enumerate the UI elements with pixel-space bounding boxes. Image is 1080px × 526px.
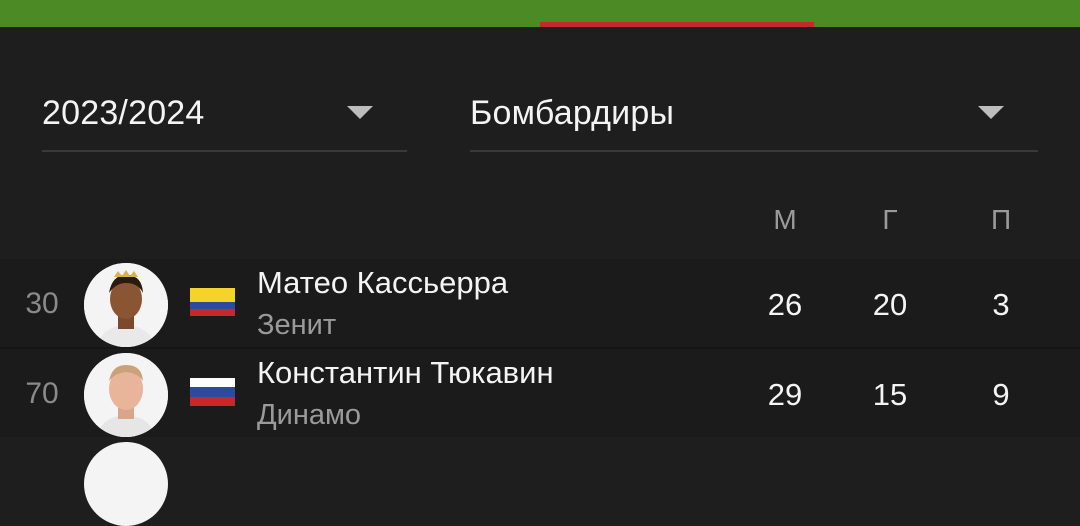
column-header-assists: П [990, 204, 1012, 235]
chevron-down-icon [978, 106, 1004, 119]
player-avatar [84, 442, 168, 526]
flag-colombia-icon [190, 288, 235, 316]
player-avatar [84, 353, 168, 437]
player-goals: 15 [872, 377, 908, 412]
player-name: Константин Тюкавин [257, 355, 554, 390]
player-number: 70 [25, 377, 59, 410]
player-row[interactable]: 30 Матео Кассьерра Зенит 26 20 3 [0, 259, 1080, 347]
flag-russia-icon [190, 378, 235, 406]
player-team: Зенит [257, 309, 337, 341]
column-header-goals: Г [882, 204, 898, 235]
player-team: Динамо [257, 399, 362, 431]
player-assists: 9 [992, 377, 1010, 412]
player-avatar [84, 263, 168, 347]
active-tab-indicator [540, 22, 814, 27]
season-dropdown[interactable]: 2023/2024 [42, 88, 407, 152]
stat-type-dropdown-value: Бомбардиры [470, 94, 675, 132]
player-matches: 26 [767, 287, 803, 322]
player-row[interactable]: 70 Константин Тюкавин Динамо 29 15 9 [0, 349, 1080, 437]
chevron-down-icon [347, 106, 373, 119]
column-header-matches: М [773, 204, 797, 235]
player-name: Матео Кассьерра [257, 265, 509, 300]
player-number: 30 [25, 287, 59, 320]
player-matches: 29 [767, 377, 803, 412]
player-assists: 3 [992, 287, 1010, 322]
player-goals: 20 [872, 287, 908, 322]
stat-type-dropdown[interactable]: Бомбардиры [470, 88, 1038, 152]
season-dropdown-value: 2023/2024 [42, 94, 205, 132]
